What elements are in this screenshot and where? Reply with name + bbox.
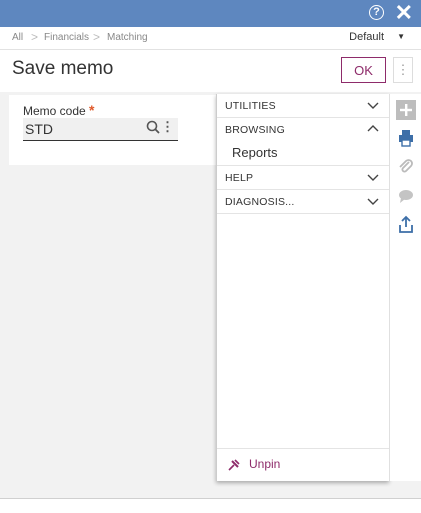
memo-code-value[interactable]: STD [25, 121, 53, 137]
section-help[interactable]: HELP [217, 166, 389, 190]
breadcrumb-item-financials[interactable]: Financials [44, 32, 89, 43]
status-bar [0, 498, 421, 513]
section-diagnosis-label: DIAGNOSIS... [225, 196, 295, 208]
section-utilities-label: UTILITIES [225, 100, 276, 112]
breadcrumb-item-matching[interactable]: Matching [107, 32, 148, 43]
memo-form-card: Memo code * STD ⋮ [9, 95, 216, 165]
chevron-right-icon: > [93, 30, 101, 44]
memo-code-label-text: Memo code [23, 104, 86, 118]
page-title: Save memo [12, 58, 114, 79]
side-panel: UTILITIES BROWSING Reports HELP DIAGNOSI… [216, 94, 389, 481]
page-header: Save memo OK ⋮ [0, 50, 421, 92]
title-bar: ? ✕ [0, 0, 421, 27]
more-actions-button[interactable]: ⋮ [393, 57, 413, 83]
breadcrumb-item-all[interactable]: All [12, 32, 23, 43]
section-utilities[interactable]: UTILITIES [217, 94, 389, 118]
section-browsing[interactable]: BROWSING Reports [217, 118, 389, 166]
ok-button[interactable]: OK [341, 57, 386, 83]
search-icon[interactable] [146, 120, 160, 136]
memo-code-label: Memo code * [23, 102, 95, 118]
comment-icon[interactable] [396, 186, 416, 206]
chevron-up-icon[interactable] [367, 123, 379, 135]
share-icon[interactable] [396, 215, 416, 235]
caret-down-icon[interactable]: ▼ [397, 32, 405, 41]
close-icon[interactable]: ✕ [395, 1, 413, 25]
side-toolbar [389, 94, 421, 481]
chevron-right-icon: > [31, 30, 39, 44]
unpin-button[interactable]: Unpin [217, 448, 389, 481]
chevron-down-icon[interactable] [367, 171, 379, 183]
section-browsing-label: BROWSING [225, 124, 285, 136]
field-options-icon[interactable]: ⋮ [161, 119, 174, 135]
plus-icon[interactable] [396, 100, 416, 120]
help-icon[interactable]: ? [369, 5, 384, 20]
section-help-label: HELP [225, 172, 254, 184]
unpin-label: Unpin [249, 457, 281, 471]
print-icon[interactable] [396, 128, 416, 148]
variant-selector[interactable]: Default [349, 31, 384, 43]
chevron-down-icon[interactable] [367, 99, 379, 111]
memo-code-field[interactable]: STD ⋮ [23, 118, 178, 141]
paperclip-icon[interactable] [396, 157, 416, 177]
chevron-down-icon[interactable] [367, 195, 379, 207]
unpin-icon [228, 459, 240, 471]
section-diagnosis[interactable]: DIAGNOSIS... [217, 190, 389, 214]
breadcrumb: All > Financials > Matching Default ▼ [0, 27, 421, 50]
reports-link[interactable]: Reports [232, 145, 278, 160]
required-marker: * [89, 102, 95, 118]
